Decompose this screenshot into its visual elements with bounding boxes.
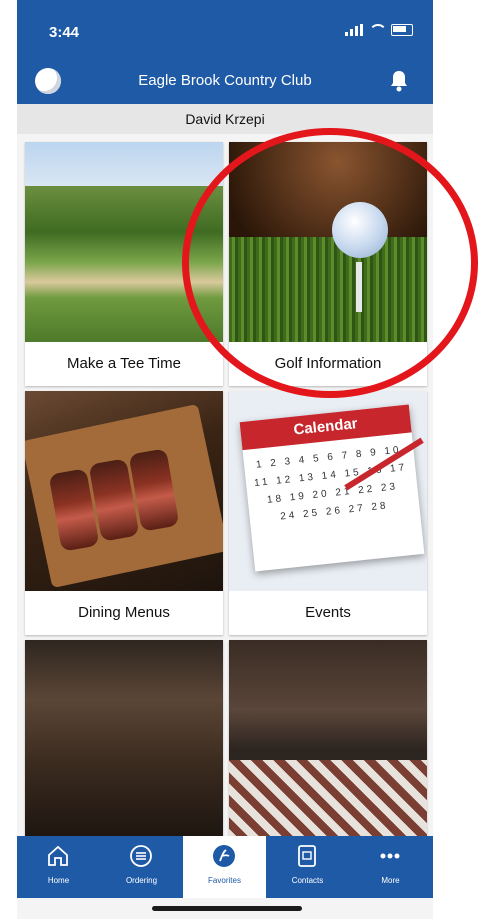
tile-golf-information[interactable]: Golf Information <box>229 142 427 386</box>
tile-label: Golf Information <box>229 342 427 386</box>
golf-ball-on-tee-image <box>229 142 427 342</box>
restaurant-interior-image <box>25 640 223 840</box>
status-time: 3:44 <box>49 24 80 41</box>
tab-home[interactable]: Home <box>17 836 100 898</box>
calendar-numbers: 1 2 3 4 5 6 7 8 9 10 11 12 13 14 15 16 1… <box>253 444 408 523</box>
tab-label: More <box>381 876 400 885</box>
phone-screen: 3:44 Eagle Brook Country Club David Krze… <box>17 0 433 919</box>
wifi-icon <box>369 24 387 36</box>
club-logo-icon <box>213 845 235 867</box>
tile-make-tee-time[interactable]: Make a Tee Time <box>25 142 223 386</box>
tab-more[interactable]: More <box>349 836 432 898</box>
tile-events[interactable]: Calendar 1 2 3 4 5 6 7 8 9 10 11 12 13 1… <box>229 391 427 635</box>
signal-icon <box>345 24 363 36</box>
more-icon <box>380 853 400 859</box>
ordering-icon <box>130 845 152 867</box>
member-name: David Krzepi <box>185 111 265 127</box>
calendar-image: Calendar 1 2 3 4 5 6 7 8 9 10 11 12 13 1… <box>229 391 427 591</box>
tab-favorites[interactable]: Favorites <box>183 836 266 898</box>
bottom-tab-bar: Home Ordering Favorites Contacts More <box>17 836 433 898</box>
tile-dining-menus[interactable]: Dining Menus <box>25 391 223 635</box>
ballroom-interior-image <box>229 640 427 840</box>
contacts-icon <box>298 845 316 867</box>
app-header: Eagle Brook Country Club <box>17 58 433 104</box>
battery-icon <box>391 24 413 36</box>
golf-ball-logo-icon[interactable] <box>35 68 61 94</box>
steak-board-image <box>25 391 223 591</box>
club-title: Eagle Brook Country Club <box>138 72 312 89</box>
home-indicator[interactable] <box>152 906 302 911</box>
golf-course-image <box>25 142 223 342</box>
status-bar: 3:44 <box>17 0 433 58</box>
home-icon <box>48 845 68 866</box>
tab-contacts[interactable]: Contacts <box>266 836 349 898</box>
notification-bell-icon[interactable] <box>389 70 409 92</box>
tab-label: Contacts <box>291 876 324 885</box>
tab-label: Favorites <box>208 876 241 885</box>
tile-label: Dining Menus <box>25 591 223 635</box>
system-icons <box>345 24 413 36</box>
member-name-bar: David Krzepi <box>17 104 433 134</box>
tab-label: Home <box>47 876 70 885</box>
tile-label: Make a Tee Time <box>25 342 223 386</box>
tab-ordering[interactable]: Ordering <box>100 836 183 898</box>
tile-label: Events <box>229 591 427 635</box>
tab-label: Ordering <box>125 876 158 885</box>
